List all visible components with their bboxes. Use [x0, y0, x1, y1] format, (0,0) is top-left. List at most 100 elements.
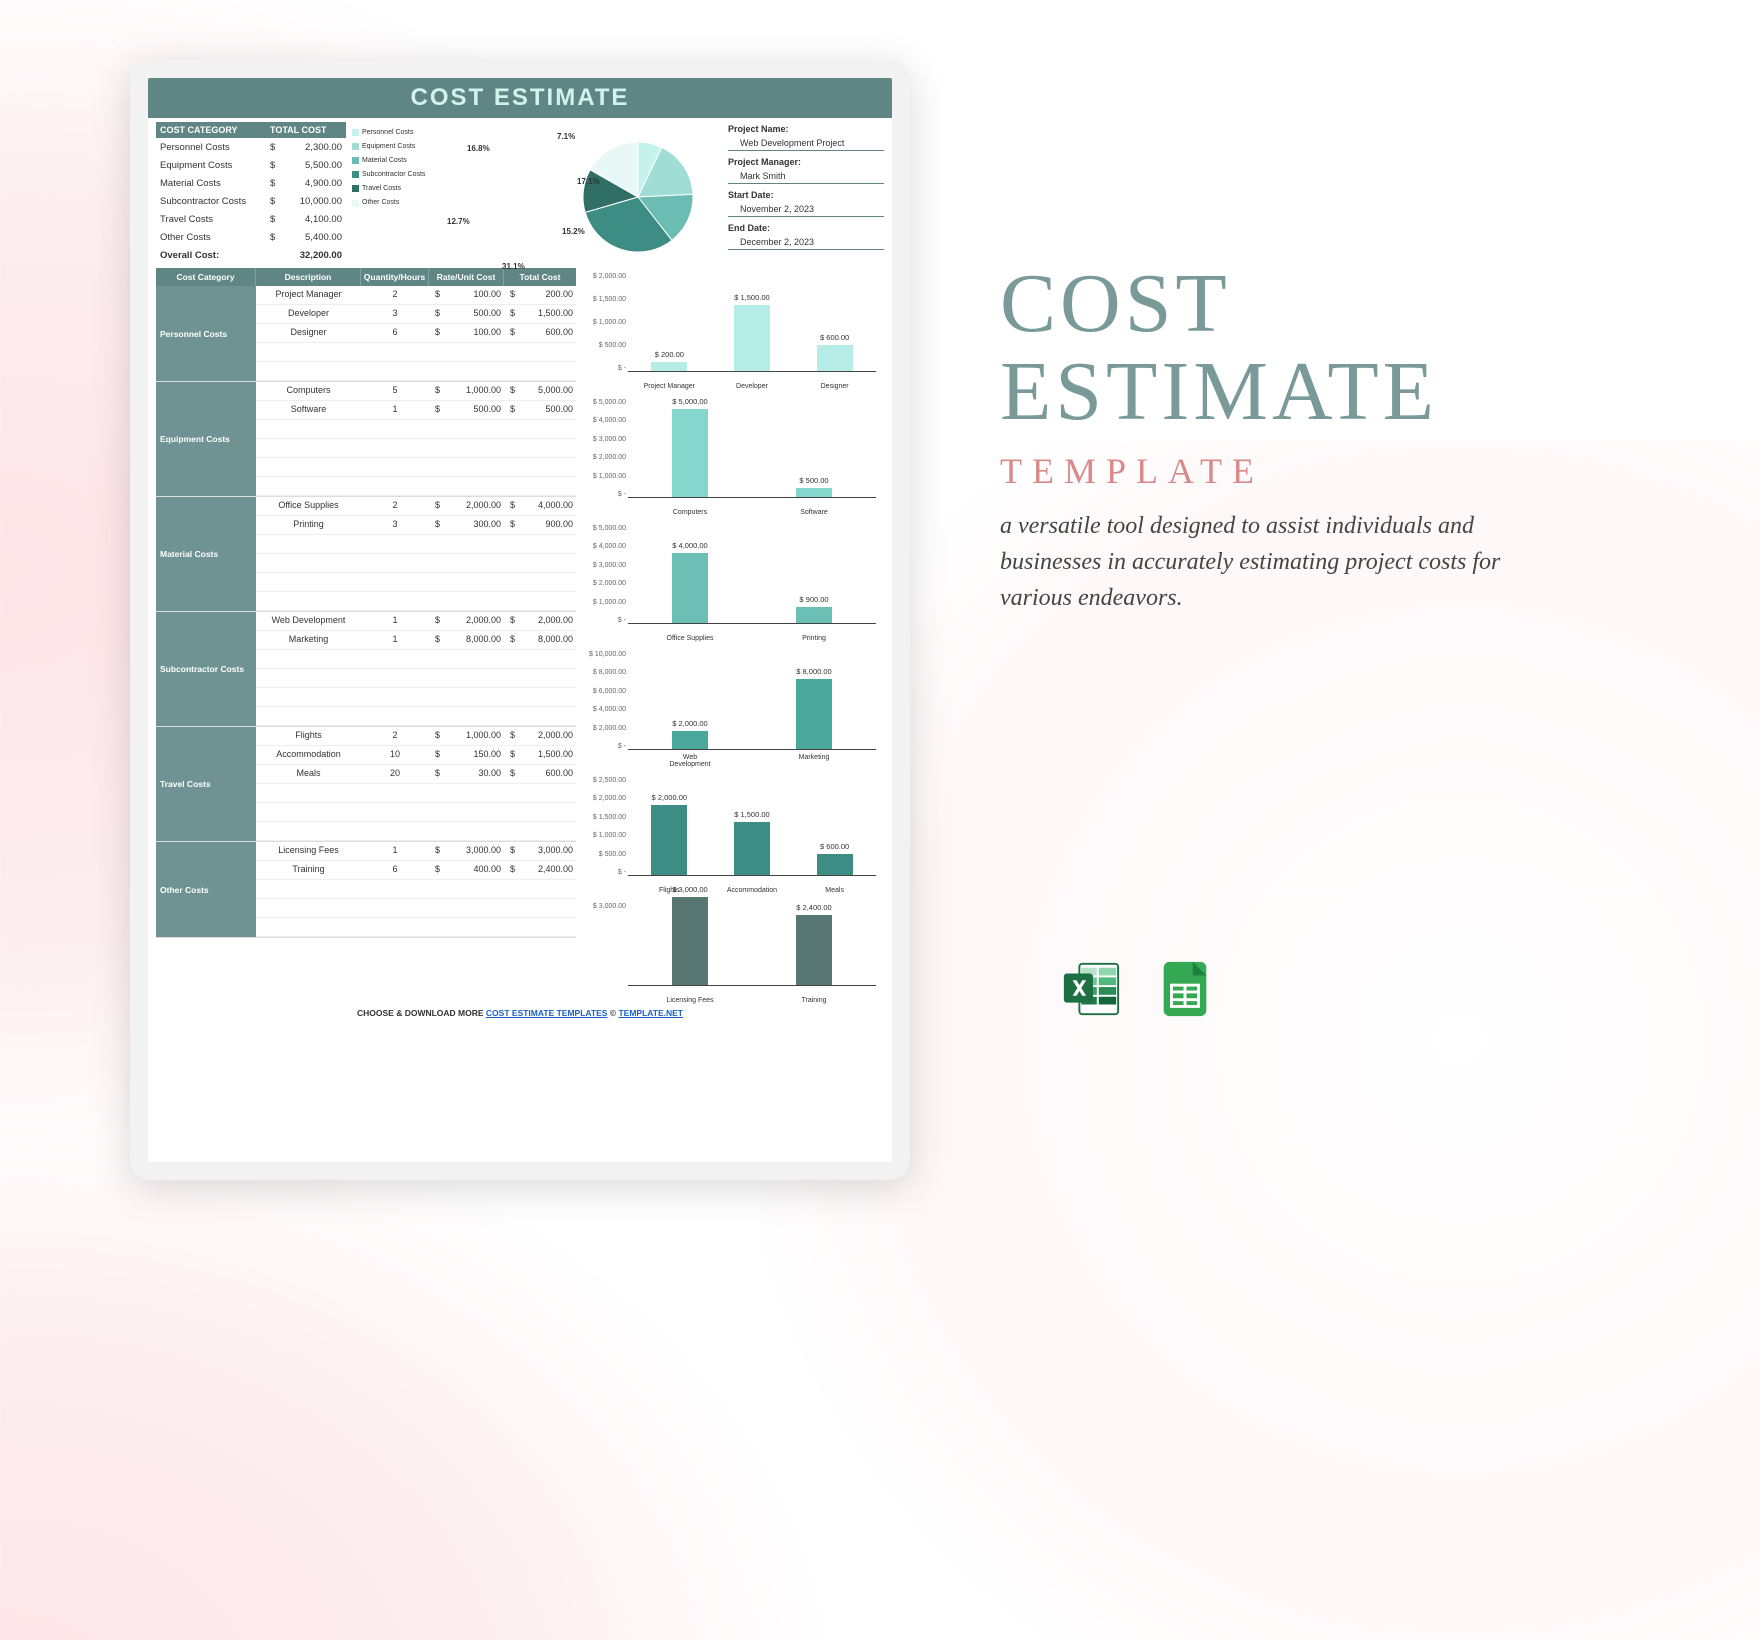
table-row: Office Supplies2$2,000.00$4,000.00 [256, 497, 576, 516]
table-row: Printing3$300.00$900.00 [256, 516, 576, 535]
legend-item: Other Costs [352, 198, 425, 207]
category-label: Subcontractor Costs [156, 612, 256, 726]
document-title: COST ESTIMATE [148, 78, 892, 118]
start-date-value: November 2, 2023 [728, 200, 884, 217]
table-row: Meals20$30.00$600.00 [256, 765, 576, 784]
pie-chart [548, 122, 708, 272]
promo-subtitle: TEMPLATE [1000, 450, 1560, 492]
table-row [256, 880, 576, 899]
table-row: Flights2$1,000.00$2,000.00 [256, 727, 576, 746]
mini-bar-chart: $ 5,000.00$ 4,000.00$ 3,000.00$ 2,000.00… [582, 394, 884, 516]
legend-item: Subcontractor Costs [352, 170, 425, 179]
promo-title-line1: COST [1000, 260, 1560, 348]
project-meta: Project Name: Web Development Project Pr… [724, 122, 884, 264]
summary-row: Material Costs$4,900.00 [156, 174, 346, 192]
pie-slice-label: 17.1% [577, 177, 600, 186]
summary-table: COST CATEGORY TOTAL COST Personnel Costs… [156, 122, 346, 264]
document-footer: CHOOSE & DOWNLOAD MORE COST ESTIMATE TEM… [148, 1008, 892, 1018]
table-row: Marketing1$8,000.00$8,000.00 [256, 631, 576, 650]
table-row [256, 554, 576, 573]
table-row [256, 899, 576, 918]
category-block: Material CostsOffice Supplies2$2,000.00$… [156, 497, 576, 612]
app-icons [1060, 958, 1216, 1020]
table-row: Training6$400.00$2,400.00 [256, 861, 576, 880]
table-row [256, 918, 576, 937]
table-row [256, 822, 576, 841]
table-row [256, 592, 576, 611]
end-date-label: End Date: [728, 223, 884, 233]
table-row [256, 362, 576, 381]
summary-overall-row: Overall Cost: 32,200.00 [156, 246, 346, 264]
tablet-mockup: COST ESTIMATE COST CATEGORY TOTAL COST P… [130, 60, 910, 1180]
start-date-label: Start Date: [728, 190, 884, 200]
promo-title-line2: ESTIMATE [1000, 348, 1560, 436]
manager-value: Mark Smith [728, 167, 884, 184]
excel-icon [1060, 958, 1122, 1020]
table-row [256, 420, 576, 439]
table-row: Software1$500.00$500.00 [256, 401, 576, 420]
mini-bar-chart: $ 3,000.00$ 3,000.00$ 2,400.00Licensing … [582, 898, 884, 1004]
category-block: Travel CostsFlights2$1,000.00$2,000.00Ac… [156, 727, 576, 842]
category-label: Travel Costs [156, 727, 256, 841]
pie-slice-label: 12.7% [447, 217, 470, 226]
category-block: Personnel CostsProject Manager2$100.00$2… [156, 286, 576, 382]
table-row [256, 477, 576, 496]
pie-slice-label: 7.1% [557, 132, 575, 141]
table-row [256, 707, 576, 726]
end-date-value: December 2, 2023 [728, 233, 884, 250]
category-block: Other CostsLicensing Fees1$3,000.00$3,00… [156, 842, 576, 938]
summary-row: Other Costs$5,400.00 [156, 228, 346, 246]
legend-item: Equipment Costs [352, 142, 425, 151]
pie-slice-label: 16.8% [467, 144, 490, 153]
summary-row: Travel Costs$4,100.00 [156, 210, 346, 228]
category-label: Material Costs [156, 497, 256, 611]
mini-bar-chart: $ 2,000.00$ 1,500.00$ 1,000.00$ 500.00$ … [582, 268, 884, 390]
detail-table: Cost Category Description Quantity/Hours… [156, 268, 576, 1004]
footer-templates-link[interactable]: COST ESTIMATE TEMPLATES [486, 1008, 608, 1018]
summary-row: Subcontractor Costs$10,000.00 [156, 192, 346, 210]
charts-column: $ 2,000.00$ 1,500.00$ 1,000.00$ 500.00$ … [582, 268, 884, 1004]
summary-header-total: TOTAL COST [270, 125, 340, 135]
table-row [256, 573, 576, 592]
category-block: Equipment CostsComputers5$1,000.00$5,000… [156, 382, 576, 497]
project-name-value: Web Development Project [728, 134, 884, 151]
footer-site-link[interactable]: TEMPLATE.NET [618, 1008, 683, 1018]
pie-slice-label: 31.1% [502, 262, 525, 271]
table-row [256, 458, 576, 477]
promo-description: a versatile tool designed to assist indi… [1000, 508, 1510, 616]
table-row: Developer3$500.00$1,500.00 [256, 305, 576, 324]
table-row [256, 535, 576, 554]
legend-item: Travel Costs [352, 184, 425, 193]
table-row [256, 784, 576, 803]
table-row: Accommodation10$150.00$1,500.00 [256, 746, 576, 765]
mini-bar-chart: $ 5,000.00$ 4,000.00$ 3,000.00$ 2,000.00… [582, 520, 884, 642]
summary-row: Equipment Costs$5,500.00 [156, 156, 346, 174]
legend-item: Personnel Costs [352, 128, 425, 137]
table-row [256, 650, 576, 669]
document: COST ESTIMATE COST CATEGORY TOTAL COST P… [148, 78, 892, 1162]
sheets-icon [1154, 958, 1216, 1020]
category-label: Other Costs [156, 842, 256, 937]
table-row [256, 803, 576, 822]
mini-bar-chart: $ 10,000.00$ 8,000.00$ 6,000.00$ 4,000.0… [582, 646, 884, 768]
table-row [256, 669, 576, 688]
pie-chart-area: Personnel Costs Equipment Costs Material C… [352, 122, 718, 264]
pie-legend: Personnel Costs Equipment Costs Material C… [352, 128, 425, 213]
category-label: Personnel Costs [156, 286, 256, 381]
table-row: Designer6$100.00$600.00 [256, 324, 576, 343]
pie-slice-label: 15.2% [562, 227, 585, 236]
category-label: Equipment Costs [156, 382, 256, 496]
table-row: Project Manager2$100.00$200.00 [256, 286, 576, 305]
promo-panel: COST ESTIMATE TEMPLATE a versatile tool … [1000, 260, 1560, 616]
summary-header-category: COST CATEGORY [160, 125, 270, 135]
table-row: Web Development1$2,000.00$2,000.00 [256, 612, 576, 631]
table-row: Computers5$1,000.00$5,000.00 [256, 382, 576, 401]
table-row [256, 439, 576, 458]
legend-item: Material Costs [352, 156, 425, 165]
category-block: Subcontractor CostsWeb Development1$2,00… [156, 612, 576, 727]
mini-bar-chart: $ 2,500.00$ 2,000.00$ 1,500.00$ 1,000.00… [582, 772, 884, 894]
manager-label: Project Manager: [728, 157, 884, 167]
project-name-label: Project Name: [728, 124, 884, 134]
table-row: Licensing Fees1$3,000.00$3,000.00 [256, 842, 576, 861]
table-row [256, 343, 576, 362]
